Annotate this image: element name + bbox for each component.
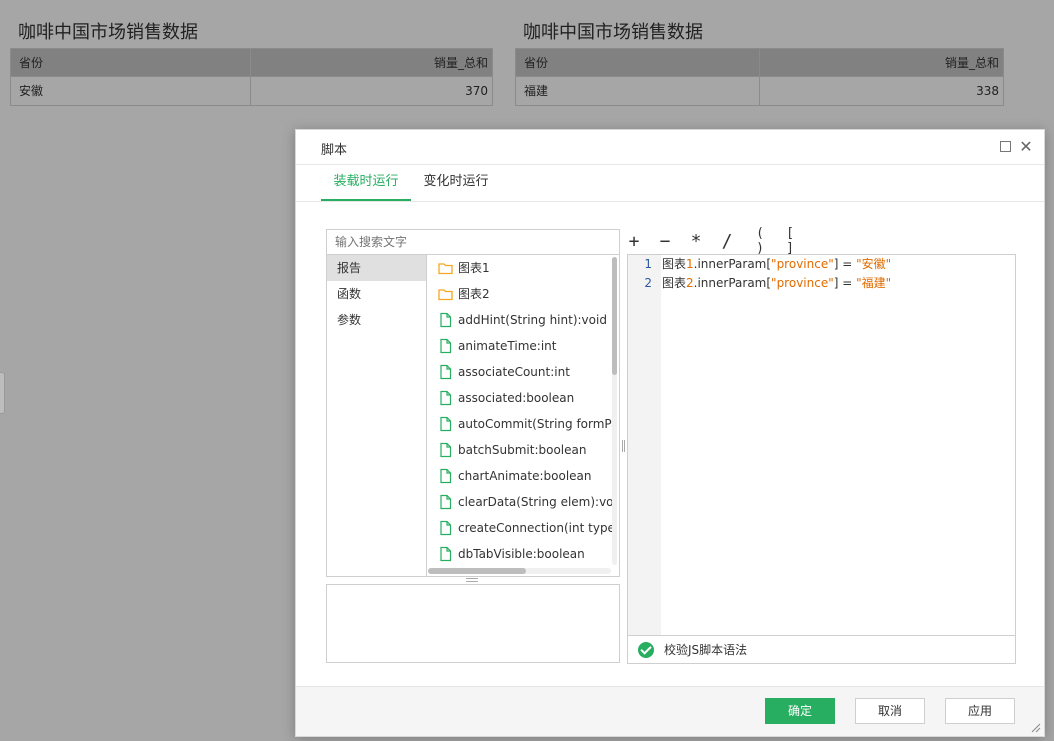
file-icon xyxy=(440,546,452,562)
description-panel xyxy=(326,584,620,663)
category-parameters[interactable]: 参数 xyxy=(327,307,426,333)
member-list: 图表1 图表2 addHint(String hint):void animat… xyxy=(428,255,613,567)
file-icon xyxy=(440,312,452,328)
category-functions[interactable]: 函数 xyxy=(327,281,426,307)
code-area[interactable]: 图表1.innerParam["province"] = "安徽" 图表2.in… xyxy=(662,255,1012,293)
syntax-check-bar: 校验JS脚本语法 xyxy=(628,635,1015,663)
code-token: 1 xyxy=(686,257,694,271)
file-icon xyxy=(440,520,452,536)
list-item[interactable]: dbTabVisible:boolean xyxy=(428,541,613,567)
maximize-icon[interactable] xyxy=(999,140,1013,154)
multiply-button[interactable]: * xyxy=(688,231,704,252)
code-line[interactable]: 图表1.innerParam["province"] = "安徽" xyxy=(662,255,1012,274)
list-item[interactable]: 图表1 xyxy=(428,255,613,281)
item-label: autoCommit(String formParm xyxy=(458,417,613,431)
horizontal-splitter[interactable] xyxy=(466,578,478,582)
category-report[interactable]: 报告 xyxy=(327,255,426,281)
code-token: .innerParam[ xyxy=(693,257,772,271)
folder-icon xyxy=(438,263,453,275)
close-icon[interactable]: ✕ xyxy=(1019,139,1033,155)
horizontal-scrollbar[interactable] xyxy=(428,568,611,574)
check-circle-icon xyxy=(638,641,654,658)
scroll-thumb[interactable] xyxy=(612,257,617,375)
ok-button[interactable]: 确定 xyxy=(765,698,835,724)
list-item[interactable]: addHint(String hint):void xyxy=(428,307,613,333)
line-number: 1 xyxy=(644,257,652,271)
vertical-splitter[interactable] xyxy=(622,440,625,452)
item-label: chartAnimate:boolean xyxy=(458,469,592,483)
item-label: createConnection(int type,Str xyxy=(458,521,613,535)
apply-button[interactable]: 应用 xyxy=(945,698,1015,724)
code-token: "province" xyxy=(771,257,834,271)
item-label: 图表1 xyxy=(458,261,490,275)
code-token: 2 xyxy=(686,276,694,290)
file-icon xyxy=(440,338,452,354)
list-item[interactable]: clearData(String elem):void xyxy=(428,489,613,515)
dialog-footer: 确定 取消 应用 xyxy=(296,686,1044,736)
code-token: "福建" xyxy=(856,276,892,290)
line-number: 2 xyxy=(644,276,652,290)
vertical-scrollbar[interactable] xyxy=(612,257,617,565)
item-label: associateCount:int xyxy=(458,365,570,379)
line-number-gutter: 1 2 xyxy=(628,255,661,635)
item-label: addHint(String hint):void xyxy=(458,313,607,327)
code-token: "安徽" xyxy=(856,257,892,271)
list-item[interactable]: associated:boolean xyxy=(428,385,613,411)
script-tabs: 装载时运行 变化时运行 xyxy=(296,165,1044,202)
dialog-header: 脚本 ✕ xyxy=(296,130,1044,165)
list-item[interactable]: associateCount:int xyxy=(428,359,613,385)
brackets-button[interactable]: [ ] xyxy=(780,226,800,256)
syntax-check-label[interactable]: 校验JS脚本语法 xyxy=(664,641,747,658)
divide-button[interactable]: / xyxy=(719,231,735,252)
code-line[interactable]: 图表2.innerParam["province"] = "福建" xyxy=(662,274,1012,293)
file-icon xyxy=(440,364,452,380)
resize-grip-icon[interactable] xyxy=(1031,723,1041,733)
plus-button[interactable]: + xyxy=(626,231,642,252)
list-item[interactable]: chartAnimate:boolean xyxy=(428,463,613,489)
code-token: .innerParam[ xyxy=(693,276,772,290)
list-item[interactable]: autoCommit(String formParm xyxy=(428,411,613,437)
code-token: 图表 xyxy=(662,257,687,271)
list-item[interactable]: animateTime:int xyxy=(428,333,613,359)
tab-on-change[interactable]: 变化时运行 xyxy=(421,165,491,201)
category-list: 报告 函数 参数 xyxy=(327,255,427,576)
file-icon xyxy=(440,390,452,406)
code-token: ] = xyxy=(833,257,857,271)
item-label: 图表2 xyxy=(458,287,490,301)
resource-tree: 报告 函数 参数 图表1 图表2 addHint(String hint):vo… xyxy=(326,254,620,577)
parentheses-button[interactable]: ( ) xyxy=(750,226,770,256)
list-item[interactable]: batchSubmit:boolean xyxy=(428,437,613,463)
tab-on-load[interactable]: 装载时运行 xyxy=(321,165,411,201)
code-token: 图表 xyxy=(662,276,687,290)
item-label: dbTabVisible:boolean xyxy=(458,547,585,561)
code-token: ] = xyxy=(833,276,857,290)
side-panel-handle[interactable] xyxy=(0,372,5,414)
file-icon xyxy=(440,494,452,510)
scroll-thumb[interactable] xyxy=(428,568,526,574)
code-token: "province" xyxy=(771,276,834,290)
file-icon xyxy=(440,468,452,484)
item-label: clearData(String elem):void xyxy=(458,495,613,509)
item-label: batchSubmit:boolean xyxy=(458,443,587,457)
folder-icon xyxy=(438,289,453,301)
dialog-title: 脚本 xyxy=(321,143,348,158)
item-label: animateTime:int xyxy=(458,339,557,353)
item-label: associated:boolean xyxy=(458,391,575,405)
list-item[interactable]: 图表2 xyxy=(428,281,613,307)
cancel-button[interactable]: 取消 xyxy=(855,698,925,724)
minus-button[interactable]: − xyxy=(657,231,673,252)
search-input[interactable] xyxy=(326,229,620,255)
file-icon xyxy=(440,442,452,458)
file-icon xyxy=(440,416,452,432)
operator-toolbar: + − * / ( ) [ ] xyxy=(626,226,810,256)
script-dialog: 脚本 ✕ 装载时运行 变化时运行 报告 函数 参数 图表1 图表2 addHin… xyxy=(295,129,1045,737)
code-editor[interactable]: 1 2 图表1.innerParam["province"] = "安徽" 图表… xyxy=(627,254,1016,664)
list-item[interactable]: createConnection(int type,Str xyxy=(428,515,613,541)
